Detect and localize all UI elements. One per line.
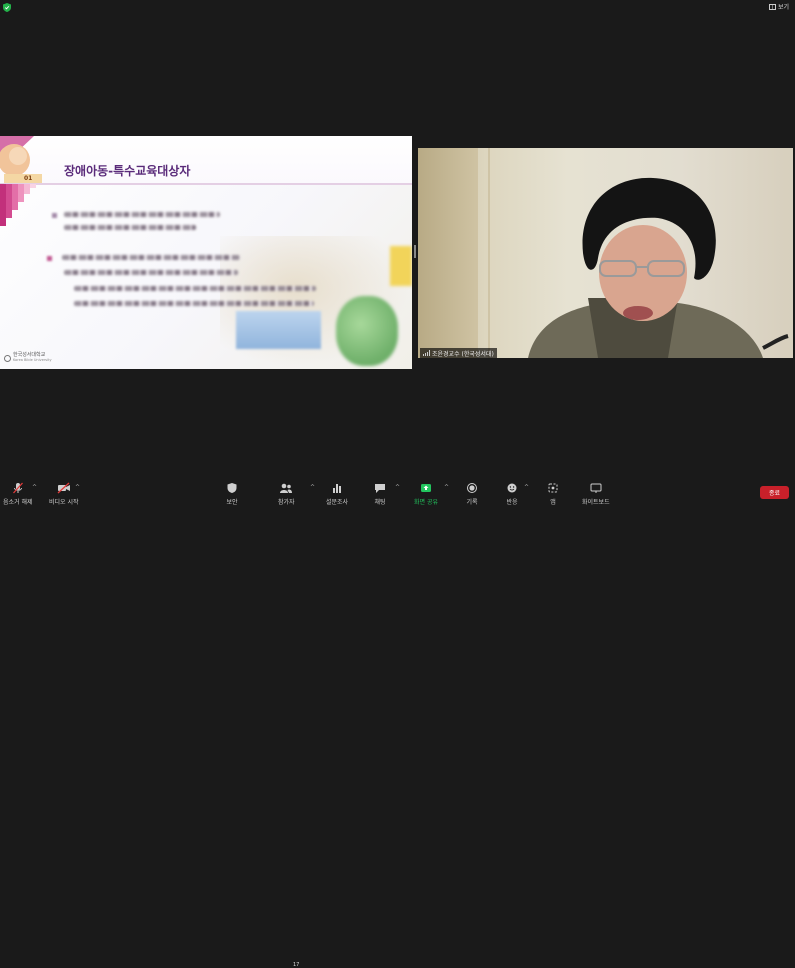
shared-screen-slide: 01 장애아동-특수교육대상자 한국성서대학교 Korea Bible Univ… (0, 136, 412, 369)
chat-button[interactable]: 채팅 (374, 482, 386, 506)
slide-corner-decoration (0, 136, 42, 226)
record-icon (467, 483, 477, 493)
participants-button[interactable]: 참가자 (278, 482, 295, 506)
view-button[interactable]: 보기 (768, 2, 789, 11)
reactions-button[interactable]: 반응 (506, 482, 518, 506)
slide-photo-blue-block (236, 311, 321, 349)
bullet-marker (47, 256, 52, 261)
security-button[interactable]: 보안 (226, 482, 238, 506)
blurred-text-line (62, 255, 240, 260)
slide-photo-yellow-block (390, 246, 412, 286)
slide-title: 장애아동-특수교육대상자 (64, 164, 191, 178)
blurred-text-line (64, 270, 238, 275)
microphone-muted-icon (12, 482, 23, 494)
end-meeting-label: 종료 (768, 490, 781, 497)
participants-label: 참가자 (278, 499, 295, 506)
slide-photo-green-toy (336, 296, 398, 366)
participant-video-tile[interactable] (418, 148, 793, 358)
blurred-text-line (74, 301, 314, 306)
share-screen-icon (421, 484, 431, 492)
whiteboard-label: 화이트보드 (582, 499, 610, 506)
poll-chart-icon (333, 484, 342, 493)
reaction-smile-icon (507, 483, 517, 493)
connection-signal-icon (423, 350, 430, 356)
meeting-toolbar: 음소거 해제 ^ 비디오 시작 ^ 보안 참가자 17 ^ 설문조사 채팅 ^ … (0, 478, 795, 968)
blurred-text-line (64, 225, 196, 230)
participants-icon (280, 483, 293, 493)
whiteboard-button[interactable]: 화이트보드 (582, 482, 610, 506)
participants-count: 17 (293, 962, 300, 968)
university-emblem-icon (4, 354, 11, 362)
view-label: 보기 (777, 4, 789, 11)
unmute-label: 음소거 해제 (3, 499, 33, 506)
unmute-button[interactable]: 음소거 해제 (3, 482, 33, 506)
participant-figure (528, 177, 789, 358)
university-name-en: Korea Bible University (13, 358, 52, 362)
bullet-marker (52, 213, 57, 218)
encryption-shield-icon[interactable] (3, 3, 11, 12)
slide-header (0, 136, 412, 185)
whiteboard-icon (590, 483, 602, 493)
video-options-caret[interactable]: ^ (75, 484, 80, 491)
view-grid-icon (768, 3, 776, 10)
apps-label: 앱 (550, 499, 556, 506)
split-view-divider-handle[interactable] (414, 245, 416, 258)
slide-corner-label: 01 (24, 175, 33, 182)
chat-bubble-icon (375, 484, 385, 493)
share-options-caret[interactable]: ^ (444, 484, 449, 491)
share-screen-button[interactable]: 화면 공유 (414, 482, 438, 506)
end-meeting-button[interactable]: 종료 (760, 486, 789, 499)
blurred-text-line (64, 212, 220, 217)
participant-name: 조윤경교수 (한국성서대) (432, 350, 494, 358)
security-label: 보안 (226, 499, 238, 506)
chat-label: 채팅 (374, 499, 386, 506)
record-button[interactable]: 기록 (466, 482, 478, 506)
record-label: 기록 (466, 499, 478, 506)
security-shield-icon (227, 483, 237, 493)
slide-university-logo: 한국성서대학교 Korea Bible University (4, 353, 52, 363)
participant-name-tag: 조윤경교수 (한국성서대) (420, 348, 497, 358)
reactions-options-caret[interactable]: ^ (524, 484, 529, 491)
video-off-icon (57, 482, 70, 494)
apps-button[interactable]: 앱 (547, 482, 559, 506)
start-video-label: 비디오 시작 (49, 499, 79, 506)
participants-options-caret[interactable]: ^ (310, 484, 315, 491)
share-screen-label: 화면 공유 (414, 499, 438, 506)
chat-options-caret[interactable]: ^ (395, 484, 400, 491)
meeting-top-bar: 보기 (0, 0, 795, 14)
audio-options-caret[interactable]: ^ (32, 484, 37, 491)
blurred-text-line (74, 286, 316, 291)
reactions-label: 반응 (506, 499, 518, 506)
polls-label: 설문조사 (326, 499, 349, 506)
polls-button[interactable]: 설문조사 (326, 482, 348, 506)
apps-icon (548, 483, 558, 493)
